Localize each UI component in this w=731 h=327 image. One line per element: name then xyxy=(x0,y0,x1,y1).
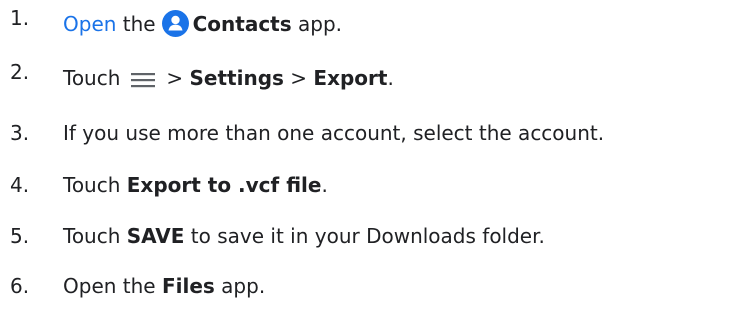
menu-icon xyxy=(130,63,156,88)
settings-label: Settings xyxy=(189,66,284,90)
export-label: Export xyxy=(313,66,388,90)
files-app-name: Files xyxy=(161,274,215,298)
step-number: 2. xyxy=(10,60,30,84)
save-label: SAVE xyxy=(126,224,185,248)
step-text-segment: Touch xyxy=(63,66,121,90)
step-text: If you use more than one account, select… xyxy=(63,121,605,145)
step-text: Open the Contacts app. xyxy=(63,4,342,44)
step-number: 6. xyxy=(10,274,30,298)
step-text-segment: to save it in your Downloads folder. xyxy=(190,224,545,248)
contacts-icon xyxy=(161,10,189,37)
step-text: Touch SAVE to save it in your Downloads … xyxy=(63,216,545,256)
step-text-segment: Touch xyxy=(63,173,121,197)
step-text: Touch > Settings > Export. xyxy=(63,58,394,98)
open-link[interactable]: Open xyxy=(63,12,116,36)
step-text-segment: app. xyxy=(298,12,343,36)
step-text: Open the Files app. xyxy=(63,266,265,306)
export-to-vcf-label: Export to .vcf file xyxy=(126,173,322,197)
step-text-segment: the xyxy=(122,12,156,36)
step-number: 1. xyxy=(10,6,30,30)
step-text-segment: Touch xyxy=(63,224,121,248)
step-text: Touch Export to .vcf file. xyxy=(63,165,328,205)
period: . xyxy=(387,66,394,90)
period: . xyxy=(321,173,328,197)
step-number: 5. xyxy=(10,224,30,248)
separator: > xyxy=(166,66,184,90)
step-text-segment: Open the xyxy=(63,274,156,298)
step-text-segment: app. xyxy=(221,274,266,298)
instruction-steps: 1. Open the Contacts app. 2. Touch > Setti… xyxy=(0,0,731,327)
separator: > xyxy=(290,66,308,90)
step-number: 4. xyxy=(10,173,30,197)
step-number: 3. xyxy=(10,121,30,145)
contacts-app-name: Contacts xyxy=(192,12,292,36)
